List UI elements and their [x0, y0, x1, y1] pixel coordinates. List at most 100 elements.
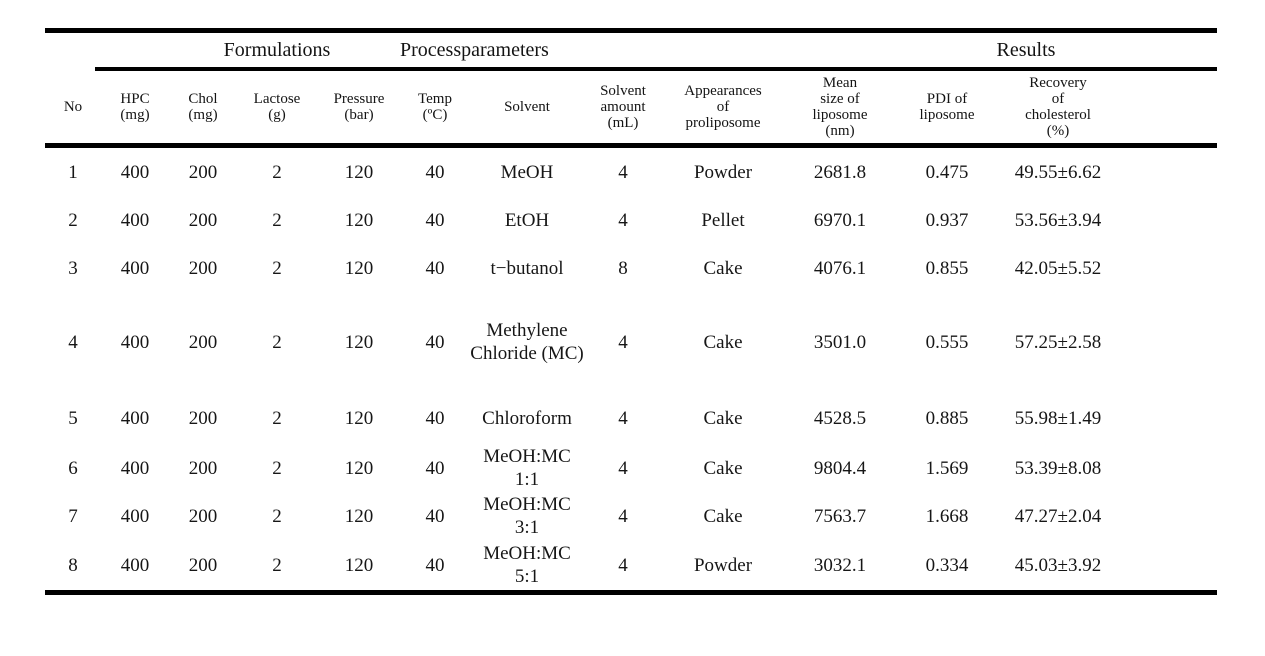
column-header-solvent-line1: Solvent: [504, 99, 550, 115]
group-header-process-word2: parameters: [461, 39, 549, 61]
cell-solvent: MeOH:MC 1:1: [483, 446, 571, 490]
cell-pressure: 120: [344, 457, 374, 479]
table-bottom-rule: [45, 590, 1217, 595]
cell-no: 1: [68, 161, 78, 183]
cell-chol: 200: [188, 407, 218, 429]
cell-solvent: MeOH:MC 3:1: [483, 494, 571, 538]
cell-temp: 40: [425, 257, 445, 279]
group-header-process-word1: Process: [400, 39, 462, 61]
column-header-pdi-line2: liposome: [919, 107, 975, 123]
column-header-row: No HPC (mg) Chol (mg) Lactose (g) Pressu…: [45, 71, 1217, 143]
table-row: 8 400 200 2 120 40 MeOH:MC 5:1 4 Powder 3032.1 0.3…: [45, 540, 1217, 590]
column-header-mean-size-line3: liposome: [812, 107, 868, 123]
cell-appearance: Pellet: [701, 209, 745, 231]
cell-pressure: 120: [344, 209, 374, 231]
cell-mean-size: 4076.1: [813, 257, 867, 279]
cell-solvent: MeOH: [500, 161, 554, 183]
cell-mean-size: 4528.5: [813, 407, 867, 429]
column-header-pressure-line2: (bar): [344, 107, 374, 123]
column-header-solvent-amount-line1: Solvent: [600, 83, 646, 99]
cell-lactose: 2: [272, 554, 282, 576]
cell-hpc: 400: [120, 331, 150, 353]
table-row: 3 400 200 2 120 40 t−butanol 8 Cake 4076.1 0.855 42…: [45, 244, 1217, 292]
cell-chol: 200: [188, 161, 218, 183]
table-row: 7 400 200 2 120 40 MeOH:MC 3:1 4 Cake 7563.7 1.668…: [45, 492, 1217, 540]
cell-temp: 40: [425, 554, 445, 576]
cell-solvent-amount: 4: [618, 457, 628, 479]
cell-pdi: 1.668: [925, 505, 969, 527]
cell-appearance: Cake: [703, 407, 743, 429]
cell-recovery: 55.98±1.49: [1014, 407, 1102, 429]
column-header-hpc-line1: HPC: [120, 91, 150, 107]
cell-solvent-amount: 4: [618, 331, 628, 353]
cell-recovery: 42.05±5.52: [1014, 257, 1102, 279]
cell-hpc: 400: [120, 407, 150, 429]
column-header-appearances-line2: of: [716, 99, 730, 115]
cell-appearance: Powder: [693, 554, 753, 576]
column-header-mean-size-line2: size of: [820, 91, 860, 107]
group-header-row: Formulations Processparameters Results: [45, 33, 1217, 67]
column-header-solvent: Solvent: [469, 99, 585, 115]
column-header-lactose-line2: (g): [268, 107, 286, 123]
cell-solvent-amount: 4: [618, 407, 628, 429]
cell-chol: 200: [188, 331, 218, 353]
cell-appearance: Cake: [703, 257, 743, 279]
cell-temp: 40: [425, 209, 445, 231]
cell-pdi: 1.569: [925, 457, 969, 479]
cell-pressure: 120: [344, 407, 374, 429]
cell-chol: 200: [188, 209, 218, 231]
cell-appearance: Cake: [703, 505, 743, 527]
cell-pressure: 120: [344, 331, 374, 353]
cell-pdi: 0.937: [925, 209, 969, 231]
column-header-solvent-amount-line2: amount: [600, 99, 646, 115]
cell-mean-size: 6970.1: [813, 209, 867, 231]
cell-pdi: 0.855: [925, 257, 969, 279]
column-header-no: No: [45, 99, 101, 115]
column-header-hpc: HPC (mg): [101, 91, 169, 123]
column-header-mean-size: Mean size of liposome (nm): [785, 75, 895, 139]
cell-lactose: 2: [272, 161, 282, 183]
cell-hpc: 400: [120, 457, 150, 479]
column-header-chol: Chol (mg): [169, 91, 237, 123]
cell-pressure: 120: [344, 257, 374, 279]
cell-solvent-amount: 4: [618, 161, 628, 183]
cell-no: 8: [68, 554, 78, 576]
column-header-chol-line1: Chol: [188, 91, 218, 107]
column-header-chol-line2: (mg): [188, 107, 218, 123]
cell-pressure: 120: [344, 161, 374, 183]
cell-pdi: 0.885: [925, 407, 969, 429]
cell-solvent: Chloroform: [482, 407, 572, 429]
group-header-process-parameters: Processparameters: [400, 36, 700, 64]
cell-solvent-amount: 4: [618, 554, 628, 576]
cell-solvent: EtOH: [504, 209, 550, 231]
cell-lactose: 2: [272, 209, 282, 231]
cell-recovery: 45.03±3.92: [1014, 554, 1102, 576]
column-header-pdi: PDI of liposome: [895, 91, 999, 123]
cell-lactose: 2: [272, 257, 282, 279]
column-header-solvent-amount-line3: (mL): [607, 115, 639, 131]
cell-hpc: 400: [120, 161, 150, 183]
table-row: 2 400 200 2 120 40 EtOH 4 Pellet 6970.1 0.937 53.56…: [45, 196, 1217, 244]
column-header-appearances-line3: proliposome: [685, 115, 761, 131]
cell-temp: 40: [425, 407, 445, 429]
cell-mean-size: 7563.7: [813, 505, 867, 527]
cell-solvent-amount: 4: [618, 505, 628, 527]
cell-temp: 40: [425, 505, 445, 527]
column-header-recovery: Recovery of cholesterol (%): [999, 75, 1117, 139]
column-header-mean-size-line1: Mean: [822, 75, 858, 91]
table-body: 1 400 200 2 120 40 MeOH 4 Powder 2681.8 0.475 49.55…: [45, 148, 1217, 590]
cell-no: 5: [68, 407, 78, 429]
cell-solvent-amount: 4: [618, 209, 628, 231]
column-header-mean-size-line4: (nm): [825, 123, 855, 139]
cell-mean-size: 3501.0: [813, 331, 867, 353]
cell-temp: 40: [425, 457, 445, 479]
cell-pdi: 0.475: [925, 161, 969, 183]
cell-chol: 200: [188, 457, 218, 479]
column-header-temp-line2: (ºC): [422, 107, 448, 123]
cell-hpc: 400: [120, 209, 150, 231]
column-header-solvent-amount: Solvent amount (mL): [585, 83, 661, 131]
table-row: 6 400 200 2 120 40 MeOH:MC 1:1 4 Cake 9804.4 1.569…: [45, 444, 1217, 492]
results-table: Formulations Processparameters Results N…: [45, 28, 1217, 595]
column-header-hpc-line2: (mg): [120, 107, 150, 123]
cell-temp: 40: [425, 331, 445, 353]
